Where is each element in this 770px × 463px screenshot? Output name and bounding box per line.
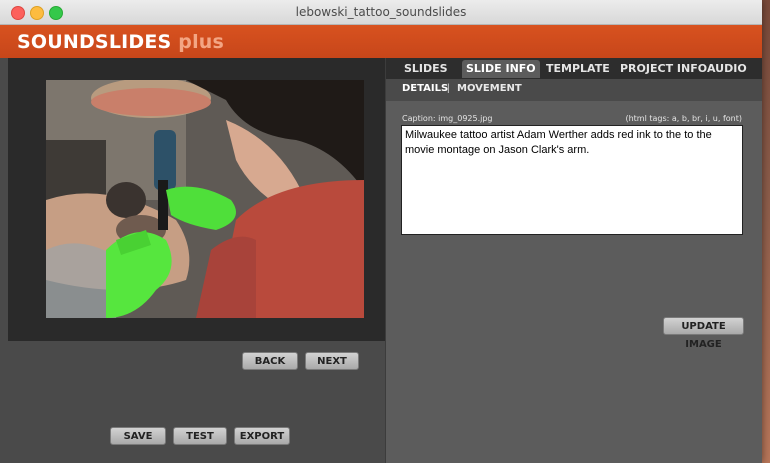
minimize-window-button[interactable]: [30, 6, 44, 20]
tab-template[interactable]: TEMPLATE: [542, 60, 614, 78]
brand-name: SOUNDSLIDES: [17, 31, 172, 53]
maximize-window-button[interactable]: [49, 6, 63, 20]
caption-label: Caption: img_0925.jpg: [402, 114, 493, 123]
save-button[interactable]: SAVE: [110, 427, 166, 445]
main-tabs: SLIDES SLIDE INFO TEMPLATE PROJECT INFO …: [386, 58, 762, 79]
window-title: lebowski_tattoo_soundslides: [295, 5, 467, 19]
caption-textarea[interactable]: Milwaukee tattoo artist Adam Werther add…: [401, 125, 743, 235]
app-header: SOUNDSLIDES plus: [0, 25, 762, 58]
title-bar: lebowski_tattoo_soundslides: [0, 0, 762, 25]
slide-stage: [8, 58, 385, 341]
back-button[interactable]: BACK: [242, 352, 298, 370]
test-button[interactable]: TEST: [173, 427, 227, 445]
app-logo: SOUNDSLIDES plus: [17, 31, 224, 53]
tab-slide-info[interactable]: SLIDE INFO: [462, 60, 540, 78]
app-window: lebowski_tattoo_soundslides SOUNDSLIDES …: [0, 0, 762, 463]
subtab-separator: |: [447, 83, 450, 94]
tab-project-info[interactable]: PROJECT INFO: [616, 60, 711, 78]
html-tags-hint: (html tags: a, b, br, i, u, font): [625, 114, 742, 123]
slide-photo: [46, 80, 364, 318]
update-image-button[interactable]: UPDATE IMAGE: [663, 317, 744, 350]
tattoo-photo-image: [46, 80, 364, 318]
export-button[interactable]: EXPORT: [234, 427, 290, 445]
subtab-details[interactable]: DETAILS: [402, 83, 448, 94]
tab-slides[interactable]: SLIDES: [400, 60, 452, 78]
preview-panel: BACK NEXT SAVE TEST EXPORT: [0, 58, 385, 463]
brand-suffix: plus: [178, 31, 225, 53]
sub-tabs: DETAILS | MOVEMENT: [386, 79, 762, 101]
subtab-movement[interactable]: MOVEMENT: [457, 83, 522, 94]
settings-panel: SLIDES SLIDE INFO TEMPLATE PROJECT INFO …: [386, 58, 762, 463]
next-button[interactable]: NEXT: [305, 352, 359, 370]
tab-audio[interactable]: AUDIO: [703, 60, 751, 78]
close-window-button[interactable]: [11, 6, 25, 20]
